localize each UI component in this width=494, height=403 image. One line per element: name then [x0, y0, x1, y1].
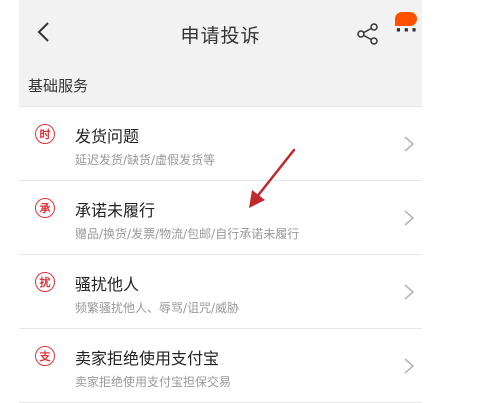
item-subtitle: 卖家拒绝使用支付宝担保交易 — [75, 375, 232, 389]
complaint-list: 时 发货问题 延迟发货/缺货/虚假发货等 承 承诺未履行 赠品/换货/发票/物流… — [19, 106, 422, 403]
chevron-right-icon — [404, 136, 415, 152]
shipping-time-icon: 时 — [35, 124, 55, 144]
chevron-right-icon — [404, 358, 415, 374]
harassment-icon: 扰 — [35, 272, 55, 292]
item-subtitle: 赠品/换货/发票/物流/包邮/自行承诺未履行 — [75, 227, 300, 241]
alipay-icon: 支 — [35, 346, 55, 366]
list-item-shipping[interactable]: 时 发货问题 延迟发货/缺货/虚假发货等 — [19, 107, 422, 181]
item-title: 骚扰他人 — [75, 275, 140, 294]
share-icon[interactable] — [356, 22, 380, 46]
promise-icon: 承 — [35, 198, 55, 218]
complaint-screen: 申请投诉 ··· 基础服务 时 发货问题 延迟发货/缺货/虚假发货等 承 承诺未… — [19, 0, 422, 403]
item-title: 卖家拒绝使用支付宝 — [75, 349, 220, 368]
chevron-right-icon — [404, 210, 415, 226]
item-subtitle: 频繁骚扰他人、辱骂/诅咒/威胁 — [75, 301, 240, 315]
item-title: 承诺未履行 — [75, 201, 156, 220]
item-subtitle: 延迟发货/缺货/虚假发货等 — [75, 153, 216, 167]
list-item-alipay[interactable]: 支 卖家拒绝使用支付宝 卖家拒绝使用支付宝担保交易 — [19, 329, 422, 403]
more-icon[interactable]: ··· — [395, 22, 419, 40]
item-title: 发货问题 — [75, 127, 140, 146]
nav-header: 申请投诉 ··· — [19, 0, 422, 64]
list-item-harassment[interactable]: 扰 骚扰他人 频繁骚扰他人、辱骂/诅咒/威胁 — [19, 255, 422, 329]
list-item-promise[interactable]: 承 承诺未履行 赠品/换货/发票/物流/包邮/自行承诺未履行 — [19, 181, 422, 255]
chevron-right-icon — [404, 284, 415, 300]
section-title: 基础服务 — [28, 77, 89, 95]
